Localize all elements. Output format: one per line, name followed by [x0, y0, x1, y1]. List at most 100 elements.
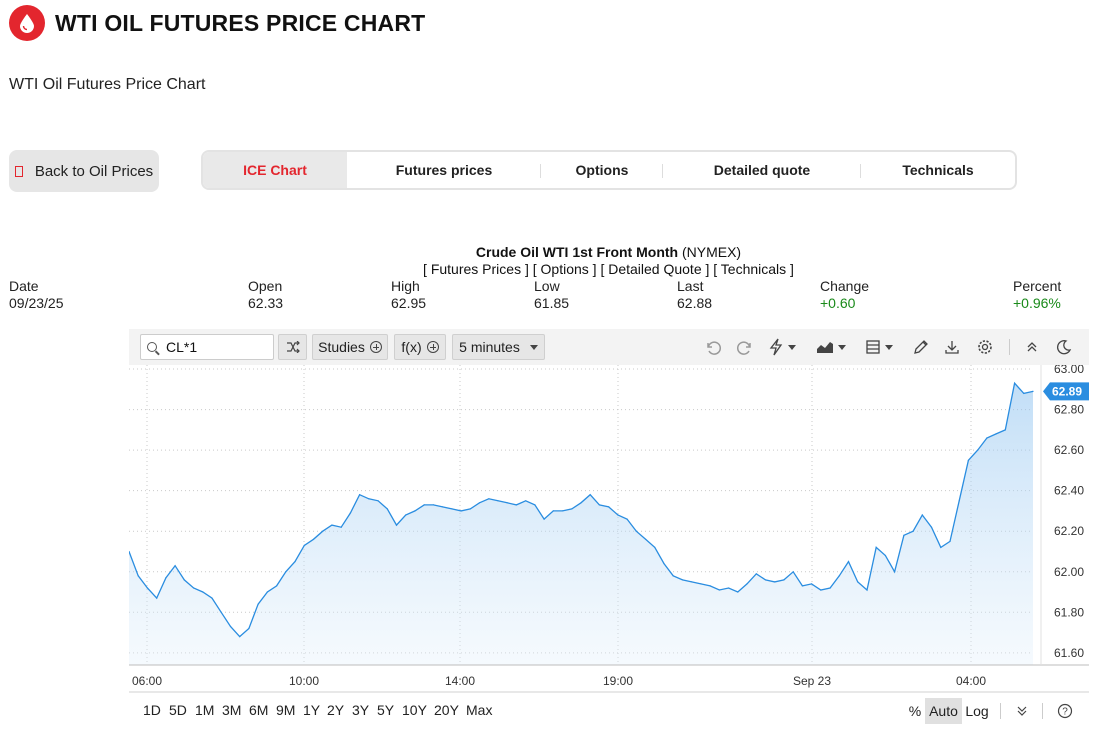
price-point	[635, 530, 637, 532]
price-point	[386, 508, 388, 510]
price-point	[608, 506, 610, 508]
price-point	[303, 544, 305, 546]
x-tick-label: 14:00	[445, 674, 475, 688]
y-tick-label: 62.40	[1054, 484, 1084, 498]
symbol-search-input[interactable]: CL*1	[140, 334, 274, 360]
price-point	[875, 546, 877, 548]
price-point	[1032, 390, 1034, 392]
redo-icon[interactable]	[736, 337, 754, 357]
stat-percent: Percent +0.96%	[1013, 278, 1061, 312]
price-point	[515, 504, 517, 506]
x-tick-label: Sep 23	[793, 674, 831, 688]
price-point	[801, 585, 804, 587]
stat-value: 09/23/25	[9, 295, 64, 311]
fx-button[interactable]: f(x)	[394, 334, 446, 360]
scale-auto[interactable]: Auto	[925, 698, 962, 724]
tab-technicals[interactable]: Technicals	[861, 152, 1015, 188]
price-point	[146, 587, 148, 589]
price-point	[340, 526, 342, 528]
quote-title-name: Crude Oil WTI 1st Front Month	[475, 244, 679, 260]
price-point	[322, 530, 324, 532]
stat-date: Date 09/23/25	[9, 278, 64, 312]
download-icon[interactable]	[944, 337, 960, 357]
tab-ice-chart[interactable]: ICE Chart	[203, 152, 347, 188]
stat-value: 62.88	[677, 295, 713, 311]
range-1d[interactable]: 1D	[143, 702, 161, 718]
range-9m[interactable]: 9M	[276, 702, 295, 718]
price-point	[912, 530, 914, 532]
y-tick-label: 62.80	[1054, 403, 1084, 417]
price-point	[534, 504, 536, 506]
plus-circle-icon	[426, 341, 439, 353]
range-3y[interactable]: 3Y	[352, 702, 369, 718]
price-point	[543, 518, 545, 520]
price-point	[395, 524, 398, 526]
help-icon[interactable]: ?	[1054, 698, 1076, 724]
price-point	[165, 577, 167, 579]
price-point	[506, 502, 508, 504]
stat-change: Change +0.60	[820, 278, 869, 312]
collapse-icon[interactable]	[1025, 337, 1039, 357]
range-3m[interactable]: 3M	[222, 702, 241, 718]
y-tick-label: 62.60	[1054, 443, 1084, 457]
dark-mode-icon[interactable]	[1056, 337, 1072, 357]
chart-type-icon[interactable]	[816, 337, 846, 357]
price-point	[257, 603, 259, 605]
stat-label: Open	[248, 278, 283, 294]
x-tick-label: 10:00	[289, 674, 319, 688]
range-10y[interactable]: 10Y	[402, 702, 427, 718]
layout-icon[interactable]	[865, 337, 893, 357]
range-1m[interactable]: 1M	[195, 702, 214, 718]
range-5d[interactable]: 5D	[169, 702, 187, 718]
lightning-icon[interactable]	[768, 337, 796, 357]
price-point	[414, 510, 416, 512]
price-point	[783, 579, 785, 581]
price-point	[1023, 392, 1025, 394]
price-point	[940, 546, 942, 548]
price-point	[755, 573, 757, 575]
price-point	[562, 510, 564, 512]
chart-toolbar: CL*1 Studies f(x) 5 minutes	[129, 329, 1089, 365]
tab-options[interactable]: Options	[541, 152, 663, 188]
price-point	[829, 587, 831, 589]
price-point	[626, 518, 628, 520]
last-price-label: 62.89	[1052, 384, 1082, 398]
x-tick-label: 19:00	[603, 674, 633, 688]
range-6m[interactable]: 6M	[249, 702, 268, 718]
gear-icon[interactable]	[976, 337, 994, 357]
price-point	[820, 589, 822, 591]
stat-low: Low 61.85	[534, 278, 569, 312]
tab-detailed-quote[interactable]: Detailed quote	[663, 152, 861, 188]
plus-circle-icon	[369, 341, 382, 353]
oil-drop-glyph	[20, 14, 34, 33]
price-point	[174, 565, 176, 567]
price-point	[589, 494, 591, 496]
price-point	[294, 561, 296, 563]
back-to-oil-prices-button[interactable]: Back to Oil Prices	[9, 150, 159, 192]
scale-log[interactable]: Log	[962, 698, 992, 724]
price-point	[921, 514, 923, 516]
price-chart[interactable]: 63.00 62.80 62.60 62.40 62.20 62.00 61.80 61.60…	[129, 365, 1089, 693]
stat-value: 62.33	[248, 295, 284, 311]
price-point	[266, 591, 268, 593]
price-point	[193, 587, 195, 589]
price-point	[451, 508, 453, 510]
range-2y[interactable]: 2Y	[327, 702, 344, 718]
range-20y[interactable]: 20Y	[434, 702, 459, 718]
range-5y[interactable]: 5Y	[377, 702, 394, 718]
price-point	[137, 575, 139, 577]
price-point	[285, 571, 287, 573]
undo-icon[interactable]	[704, 337, 722, 357]
compare-button[interactable]	[278, 334, 307, 360]
range-1y[interactable]: 1Y	[303, 702, 320, 718]
quote-links[interactable]: [ Futures Prices ] [ Options ] [ Detaile…	[0, 261, 1095, 277]
scale-percent[interactable]: %	[905, 698, 925, 724]
studies-button[interactable]: Studies	[312, 334, 388, 360]
y-tick-label: 61.80	[1054, 605, 1084, 619]
expand-icon[interactable]	[1012, 698, 1032, 724]
pencil-icon[interactable]	[913, 337, 929, 357]
interval-select[interactable]: 5 minutes	[452, 334, 545, 360]
price-point	[497, 500, 499, 502]
range-max[interactable]: Max	[466, 702, 492, 718]
tab-futures-prices[interactable]: Futures prices	[347, 152, 541, 188]
